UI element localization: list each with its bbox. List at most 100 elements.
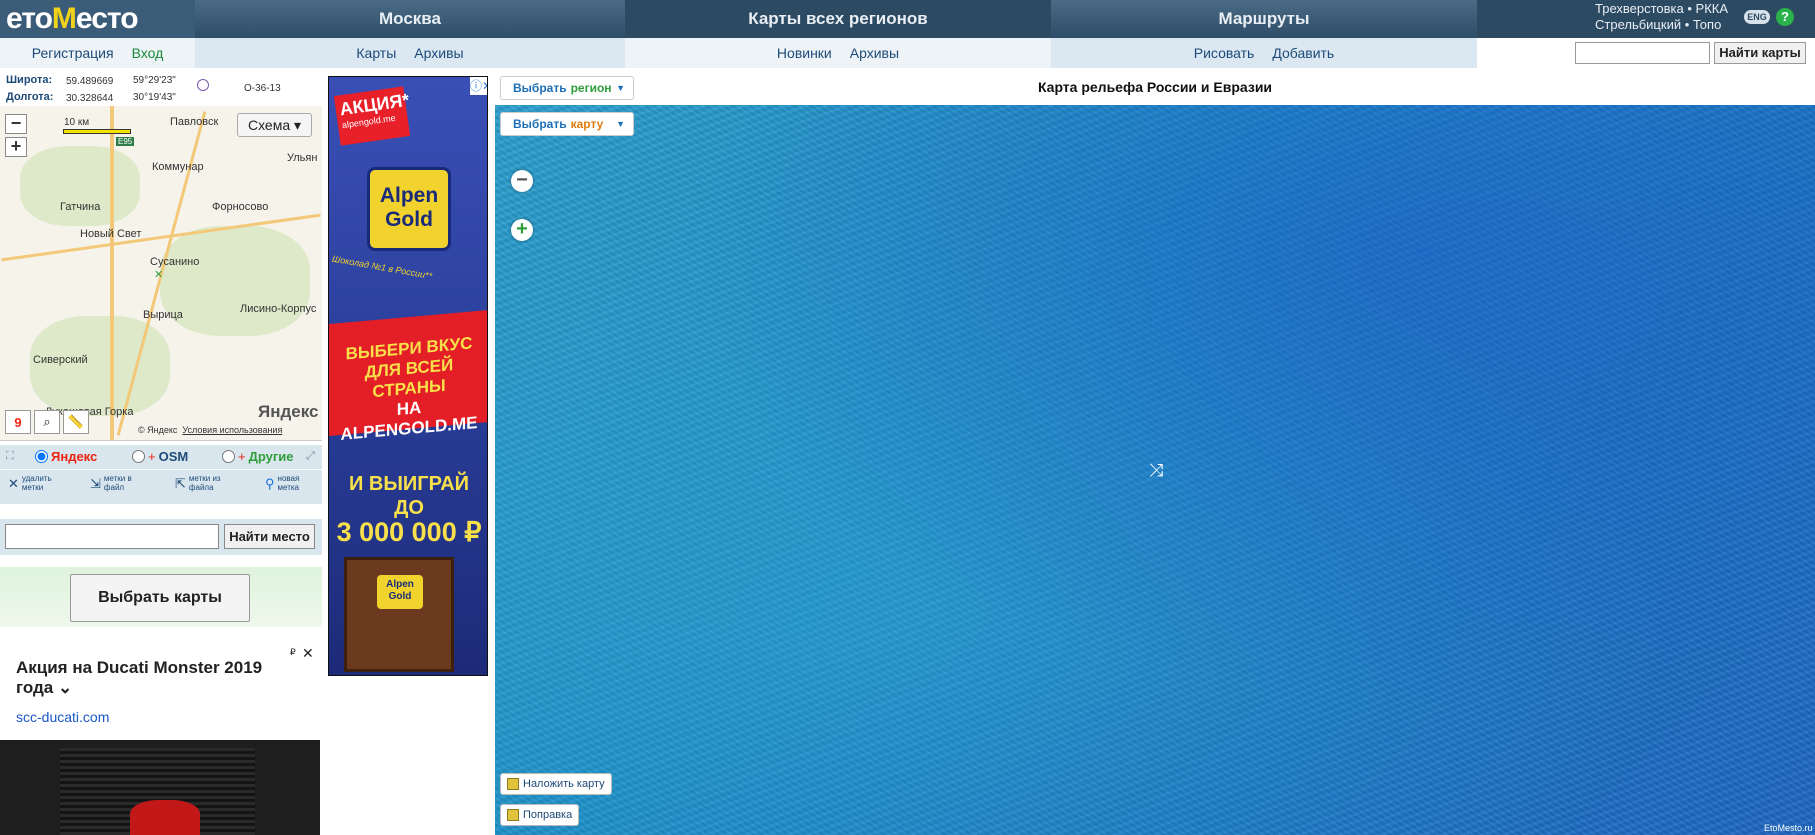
lang-eng-button[interactable]: ENG (1744, 10, 1770, 24)
marks-toolbar: ✕ удалить метки ⇲ метки в файл ⇱ метки из файл… (0, 470, 322, 504)
regions-subnav: Новинки Архивы (625, 38, 1051, 68)
ruler-icon[interactable]: 📏 (63, 410, 89, 434)
ad-badge: ₽ (290, 647, 296, 657)
find-place-button[interactable]: Найти место (224, 524, 315, 549)
banner-slogan: Шоколад №1 в России** (331, 253, 433, 282)
nav-routes[interactable]: Маршруты (1051, 0, 1477, 38)
map-title: Карта рельефа России и Евразии (1037, 79, 1273, 95)
moscow-subnav: Карты Архивы (195, 38, 625, 68)
ad-image[interactable] (0, 740, 320, 835)
ad-image-motorcycle (130, 800, 200, 835)
town-label: Новый Свет (80, 228, 142, 240)
banner-prize: И ВЫИГРАЙ ДО 3 000 000 ₽ (336, 473, 482, 547)
fullscreen-icon[interactable]: ⤢ (306, 450, 315, 463)
map-zoom-in-button[interactable]: + (511, 219, 533, 241)
alpengold-banner[interactable]: ⓘ✕ АКЦИЯ*alpengold.me AlpenGold Шоколад … (328, 76, 488, 676)
archives-link-2[interactable]: Архивы (850, 45, 899, 61)
map-zoom-out-button[interactable]: − (511, 170, 533, 192)
provider-yandex[interactable]: Яндекс (35, 449, 97, 464)
map-type-dropdown[interactable]: Схема ▾ (237, 113, 312, 137)
draw-link[interactable]: Рисовать (1194, 45, 1255, 61)
road-badge: E95 (116, 137, 135, 146)
ad-url[interactable]: scc-ducati.com (16, 709, 109, 725)
add-link[interactable]: Добавить (1272, 45, 1334, 61)
provider-osm-radio[interactable] (132, 450, 145, 463)
caret-down-icon: ▼ (616, 119, 625, 129)
ad-close-icon[interactable]: ✕ (302, 645, 314, 662)
lat-decimal: 59.489669 (66, 76, 114, 87)
choose-maps-button[interactable]: Выбрать карты (70, 574, 250, 622)
forest-area (30, 316, 170, 416)
search-maps-button[interactable]: Найти карты (1714, 42, 1806, 64)
register-link[interactable]: Регистрация (32, 45, 114, 61)
pin-icon: ⚲ (265, 475, 275, 491)
forest-area (20, 146, 140, 226)
magnifier-icon[interactable]: ⌕ (34, 410, 60, 434)
search-maps-input[interactable] (1575, 42, 1710, 64)
lat-label: Широта: (6, 74, 53, 86)
sheet-code[interactable]: O-36-13 (244, 83, 281, 94)
help-icon[interactable]: ? (1776, 8, 1794, 26)
archives-link-1[interactable]: Архивы (414, 45, 463, 61)
provider-yandex-radio[interactable] (35, 450, 48, 463)
placemark-icon[interactable]: 9 (5, 410, 31, 434)
chevron-down-icon[interactable]: ⌄ (58, 678, 72, 697)
scale-label: 10 км (64, 117, 90, 128)
expand-icon[interactable]: ⛶ (6, 450, 14, 463)
news-link[interactable]: Новинки (777, 45, 832, 61)
town-label: Коммунар (152, 161, 204, 173)
minimap-zoom-out-button[interactable]: − (5, 114, 27, 134)
minimap-zoom-in-button[interactable]: + (5, 137, 27, 157)
auth-links: Регистрация Вход (0, 38, 195, 68)
lon-dms: 30°19'43" (133, 92, 176, 103)
routes-subnav: Рисовать Добавить (1051, 38, 1477, 68)
map-center-crosshair-icon: ⤨ (1148, 460, 1164, 480)
link-strelb-topo[interactable]: Стрельбицкий • Топо (1595, 17, 1728, 33)
map-watermark: EtoMesto.ru (1764, 823, 1813, 833)
compass-icon[interactable] (197, 79, 209, 91)
town-label: Форносово (212, 201, 269, 213)
new-mark-button[interactable]: ⚲ новая метка (265, 474, 299, 492)
historic-maps-links[interactable]: Трехверстовка • РККА Стрельбицкий • Топо (1595, 1, 1728, 33)
map-copyright: © Яндекс Условия использования (138, 425, 283, 435)
export-icon: ⇲ (90, 475, 101, 491)
login-link[interactable]: Вход (132, 45, 164, 61)
site-logo[interactable]: етоМесто (0, 0, 195, 38)
banner-promo-tag: АКЦИЯ* alpengold.me (333, 86, 410, 146)
map-provider-selector: ⛶ Яндекс + OSM + Другие ⤢ (0, 445, 322, 469)
maps-link[interactable]: Карты (356, 45, 396, 61)
delete-icon: ✕ (8, 475, 19, 491)
marks-from-file-button[interactable]: ⇱ метки из файла (175, 474, 221, 492)
town-label: Сусанино (150, 256, 200, 268)
provider-other[interactable]: + Другие (222, 449, 294, 464)
overlay-map-button[interactable]: Наложить карту (500, 773, 612, 795)
ad-title[interactable]: Акция на Ducati Monster 2019 года ⌄ (16, 658, 281, 698)
terms-link[interactable]: Условия использования (182, 425, 282, 435)
town-label: Павловск (170, 116, 219, 128)
town-label: Вырица (143, 309, 183, 321)
town-label: Лисино-Корпус (240, 303, 317, 315)
nav-moscow[interactable]: Москва (195, 0, 625, 38)
correction-button[interactable]: Поправка (500, 804, 580, 826)
find-place-input[interactable] (5, 524, 219, 549)
provider-osm[interactable]: + OSM (132, 449, 188, 464)
select-region-dropdown[interactable]: Выбрать регион ▼ (500, 76, 634, 100)
town-label: Сиверский (33, 354, 88, 366)
scale-bar (63, 129, 131, 134)
road (110, 106, 114, 440)
select-map-dropdown[interactable]: Выбрать карту ▼ (500, 112, 634, 136)
import-icon: ⇱ (175, 475, 186, 491)
link-3verst-rkka[interactable]: Трехверстовка • РККА (1595, 1, 1728, 17)
mini-map[interactable]: Павловск Ульян Коммунар Гатчина Форносов… (0, 106, 322, 441)
provider-other-radio[interactable] (222, 450, 235, 463)
nav-all-regions[interactable]: Карты всех регионов (625, 0, 1051, 38)
banner-red-block: ВЫБЕРИ ВКУС ДЛЯ ВСЕЙ СТРАНЫ НА ALPENGOLD.M… (329, 310, 487, 444)
town-label: Ульян (287, 152, 318, 164)
minimap-tools: 9 ⌕ 📏 (5, 410, 89, 434)
marks-to-file-button[interactable]: ⇲ метки в файл (90, 474, 132, 492)
layers-icon (507, 809, 519, 821)
delete-marks-button[interactable]: ✕ удалить метки (8, 474, 52, 492)
banner-brand-logo: Alpen Gold (367, 167, 451, 251)
ad-info-close-icon[interactable]: ⓘ✕ (470, 77, 487, 95)
banner-chocolate-image: Alpen Gold (344, 557, 454, 672)
